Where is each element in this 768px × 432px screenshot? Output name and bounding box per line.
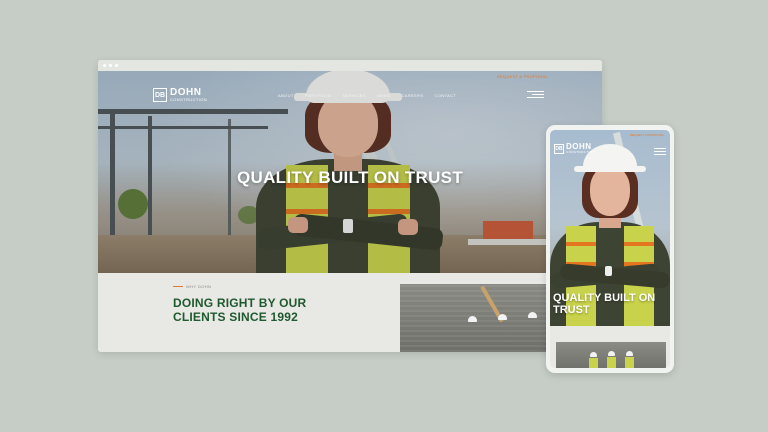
desktop-browser-mockup: REQUEST A PROPOSAL DB DOHN CONSTRUCTION … — [98, 60, 602, 352]
section-title: DOING RIGHT BY OUR CLIENTS SINCE 1992 — [173, 296, 307, 324]
nav-item-services[interactable]: SERVICES — [342, 93, 365, 98]
menu-icon[interactable] — [527, 91, 544, 100]
nav-item-news[interactable]: NEWS — [377, 93, 391, 98]
window-dot — [109, 64, 112, 67]
mobile-screen: REQUEST A PROPOSAL DB DOHN CONSTRUCTION … — [550, 130, 670, 368]
nav-item-contact[interactable]: CONTACT — [435, 93, 457, 98]
mobile-crew-photo — [556, 342, 666, 368]
eyebrow-text: WHY DOHN — [186, 284, 212, 289]
hero-section: REQUEST A PROPOSAL DB DOHN CONSTRUCTION … — [98, 71, 602, 273]
browser-chrome — [98, 60, 602, 71]
hero-title: QUALITY BUILT ON TRUST — [236, 168, 463, 187]
logo-subtitle: CONSTRUCTION — [170, 97, 208, 102]
section-eyebrow: WHY DOHN — [173, 284, 211, 289]
mobile-request-proposal-link[interactable]: REQUEST A PROPOSAL — [630, 133, 664, 137]
mobile-site-logo[interactable]: DB DOHN CONSTRUCTION — [554, 143, 595, 154]
nav-item-about[interactable]: ABOUT — [278, 93, 294, 98]
nav-item-portfolio[interactable]: PORTFOLIO — [305, 93, 332, 98]
eyebrow-rule — [173, 286, 183, 287]
main-nav: ABOUT PORTFOLIO SERVICES NEWS CAREERS CO… — [278, 93, 456, 98]
mobile-hero-title: QUALITY BUILT ON TRUST — [553, 292, 656, 316]
request-proposal-link[interactable]: REQUEST A PROPOSAL — [497, 74, 548, 79]
nav-item-careers[interactable]: CAREERS — [401, 93, 423, 98]
logo-mark-icon: DB — [153, 88, 167, 102]
site-logo[interactable]: DB DOHN CONSTRUCTION — [153, 88, 207, 102]
mobile-phone-mockup: REQUEST A PROPOSAL DB DOHN CONSTRUCTION … — [546, 125, 674, 373]
hardhat-image — [468, 316, 477, 322]
window-dot — [115, 64, 118, 67]
mobile-menu-icon[interactable] — [654, 148, 666, 157]
logo-mark-icon: DB — [554, 143, 564, 154]
why-dohn-section: WHY DOHN DOING RIGHT BY OUR CLIENTS SINC… — [98, 273, 602, 352]
logo-subtitle: CONSTRUCTION — [566, 150, 595, 154]
mobile-hero-section: REQUEST A PROPOSAL DB DOHN CONSTRUCTION … — [550, 130, 670, 326]
window-dot — [103, 64, 106, 67]
